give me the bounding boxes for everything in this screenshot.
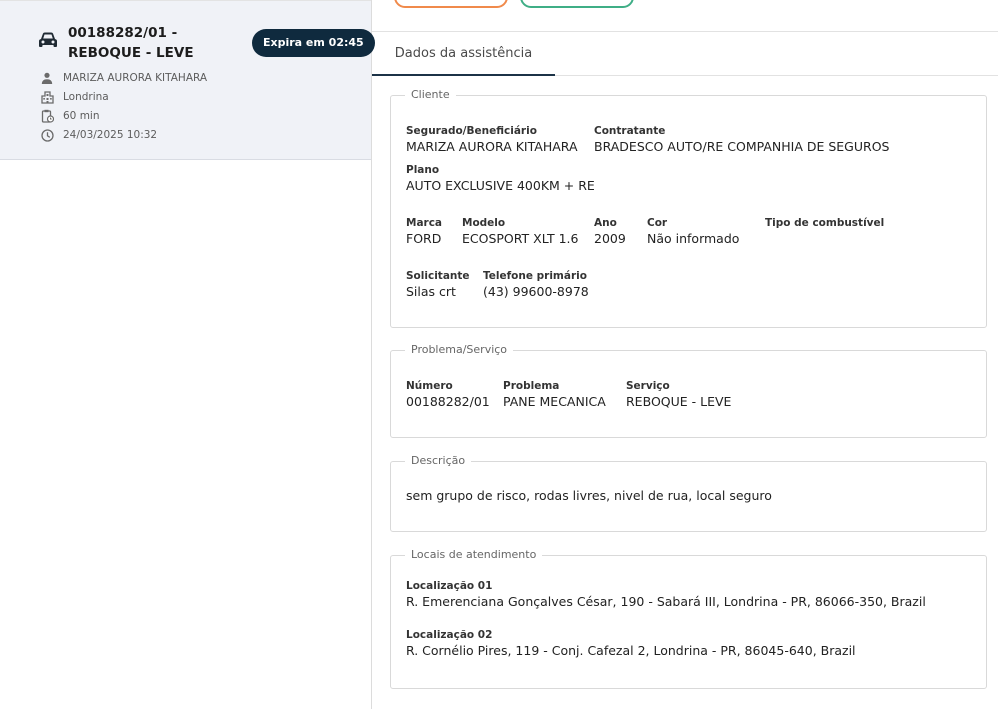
section-descricao-legend: Descrição (411, 454, 466, 467)
segurado-label: Segurado/Beneficiário (406, 125, 537, 137)
telefone-label: Telefone primário (483, 270, 587, 282)
service-card-title: 00188282/01 - REBOQUE - LEVE (68, 25, 194, 61)
contratante-label: Contratante (594, 125, 666, 137)
clipboard-clock-icon (40, 109, 54, 123)
field-solicitante: Solicitante Silas crt (406, 269, 470, 301)
numero-label: Número (406, 380, 453, 392)
datetime-value: 24/03/2025 10:32 (63, 129, 158, 141)
details-panel: Dados da assistência Cliente Segurado/Be… (372, 0, 998, 709)
field-servico: Serviço REBOQUE - LEVE (626, 379, 731, 411)
section-cliente: Cliente Segurado/Beneficiário MARIZA AUR… (390, 89, 987, 328)
modelo-label: Modelo (462, 217, 506, 229)
clock-icon (40, 128, 54, 142)
field-telefone: Telefone primário (43) 99600-8978 (483, 269, 589, 301)
field-plano: Plano AUTO EXCLUSIVE 400KM + RE (406, 163, 595, 195)
modelo-value: ECOSPORT XLT 1.6 (462, 231, 579, 246)
plano-value: AUTO EXCLUSIVE 400KM + RE (406, 178, 595, 193)
section-locais-legend: Locais de atendimento (411, 548, 537, 561)
marca-label: Marca (406, 217, 443, 229)
ano-value: 2009 (594, 231, 626, 246)
expiry-badge: Expira em 02:45 (252, 29, 375, 57)
section-cliente-legend: Cliente (411, 88, 450, 101)
customer-row: MARIZA AURORA KITAHARA (40, 69, 207, 87)
field-localizacao-02: Localização 02 R. Cornélio Pires, 119 - … (406, 628, 856, 660)
city-name: Londrina (63, 91, 109, 103)
field-problema: Problema PANE MECANICA (503, 379, 606, 411)
combustivel-label: Tipo de combustível (765, 217, 885, 229)
localizacao-02-label: Localização 02 (406, 629, 493, 641)
duration-value: 60 min (63, 110, 100, 122)
field-numero: Número 00188282/01 (406, 379, 490, 411)
field-descricao: sem grupo de risco, rodas livres, nivel … (406, 487, 772, 505)
segurado-value: MARIZA AURORA KITAHARA (406, 139, 578, 154)
customer-name: MARIZA AURORA KITAHARA (63, 72, 208, 84)
field-marca: Marca FORD (406, 216, 442, 248)
car-icon (38, 31, 58, 49)
field-cor: Cor Não informado (647, 216, 739, 248)
tab-dados-assistencia[interactable]: Dados da assistência (372, 32, 555, 76)
servico-value: REBOQUE - LEVE (626, 394, 732, 409)
field-modelo: Modelo ECOSPORT XLT 1.6 (462, 216, 578, 248)
section-descricao: Descrição sem grupo de risco, rodas livr… (390, 455, 987, 532)
field-contratante: Contratante BRADESCO AUTO/RE COMPANHIA D… (594, 124, 889, 156)
marca-value: FORD (406, 231, 442, 246)
field-segurado: Segurado/Beneficiário MARIZA AURORA KITA… (406, 124, 578, 156)
person-icon (40, 71, 54, 85)
problema-value: PANE MECANICA (503, 394, 606, 409)
servico-label: Serviço (626, 380, 670, 392)
section-problema-legend: Problema/Serviço (411, 343, 508, 356)
localizacao-01-label: Localização 01 (406, 580, 493, 592)
telefone-value: (43) 99600-8978 (483, 284, 589, 299)
action-button-green[interactable] (520, 0, 634, 8)
service-card[interactable]: 00188282/01 - REBOQUE - LEVE Expira em 0… (0, 0, 375, 160)
contratante-value: BRADESCO AUTO/RE COMPANHIA DE SEGUROS (594, 139, 890, 154)
problema-label: Problema (503, 380, 560, 392)
datetime-row: 24/03/2025 10:32 (40, 126, 157, 144)
action-bar (372, 0, 998, 32)
action-button-orange[interactable] (394, 0, 508, 8)
numero-value: 00188282/01 (406, 394, 490, 409)
building-icon (40, 90, 54, 104)
field-combustivel: Tipo de combustível (765, 216, 884, 230)
localizacao-01-value: R. Emerenciana Gonçalves César, 190 - Sa… (406, 594, 926, 609)
section-locais: Locais de atendimento Localização 01 R. … (390, 549, 987, 689)
solicitante-value: Silas crt (406, 284, 456, 299)
field-localizacao-01: Localização 01 R. Emerenciana Gonçalves … (406, 579, 926, 611)
plano-label: Plano (406, 164, 440, 176)
section-problema: Problema/Serviço Número 00188282/01 Prob… (390, 344, 987, 438)
city-row: Londrina (40, 88, 109, 106)
localizacao-02-value: R. Cornélio Pires, 119 - Conj. Cafezal 2… (406, 643, 856, 658)
ano-label: Ano (594, 217, 617, 229)
descricao-text: sem grupo de risco, rodas livres, nivel … (406, 488, 772, 503)
solicitante-label: Solicitante (406, 270, 470, 282)
tab-bar: Dados da assistência (372, 32, 998, 76)
duration-row: 60 min (40, 107, 100, 125)
cor-label: Cor (647, 217, 668, 229)
field-ano: Ano 2009 (594, 216, 626, 248)
service-list-panel: 00188282/01 - REBOQUE - LEVE Expira em 0… (0, 0, 375, 709)
cor-value: Não informado (647, 231, 740, 246)
